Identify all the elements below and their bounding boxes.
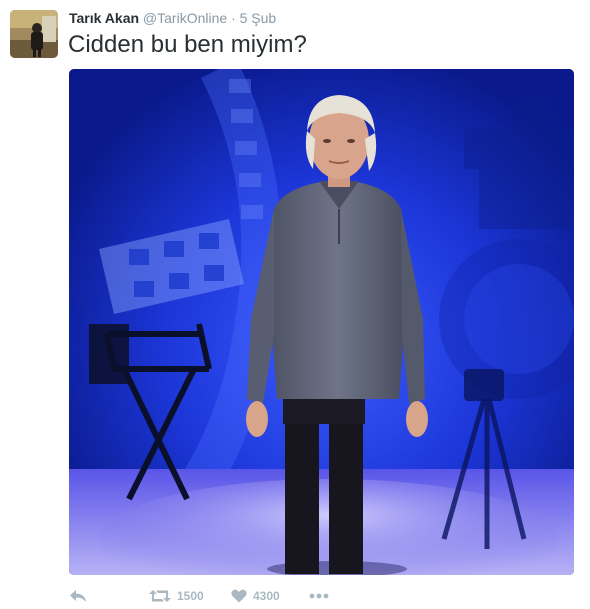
retweet-button[interactable]: 1500 — [149, 586, 204, 606]
retweet-icon — [149, 589, 171, 603]
like-count: 4300 — [253, 589, 280, 603]
header-separator: · — [231, 10, 236, 26]
tweet: Tarık Akan @TarikOnline · 5 Şub Cidden b… — [0, 0, 590, 609]
tweet-text: Cidden bu ben miyim? — [68, 31, 307, 58]
like-button[interactable]: 4300 — [231, 586, 280, 606]
more-button[interactable] — [309, 586, 329, 606]
avatar[interactable] — [10, 10, 58, 58]
heart-icon — [231, 589, 247, 603]
reply-icon — [69, 589, 87, 603]
tweet-timestamp[interactable]: 5 Şub — [240, 10, 277, 26]
retweet-count: 1500 — [177, 589, 204, 603]
author-name[interactable]: Tarık Akan — [69, 10, 139, 26]
author-screen-name[interactable]: @TarikOnline — [143, 10, 227, 26]
tweet-header: Tarık Akan @TarikOnline · 5 Şub — [69, 9, 276, 27]
reply-button[interactable] — [69, 586, 87, 606]
tweet-photo[interactable] — [69, 69, 574, 575]
more-icon — [309, 593, 329, 599]
